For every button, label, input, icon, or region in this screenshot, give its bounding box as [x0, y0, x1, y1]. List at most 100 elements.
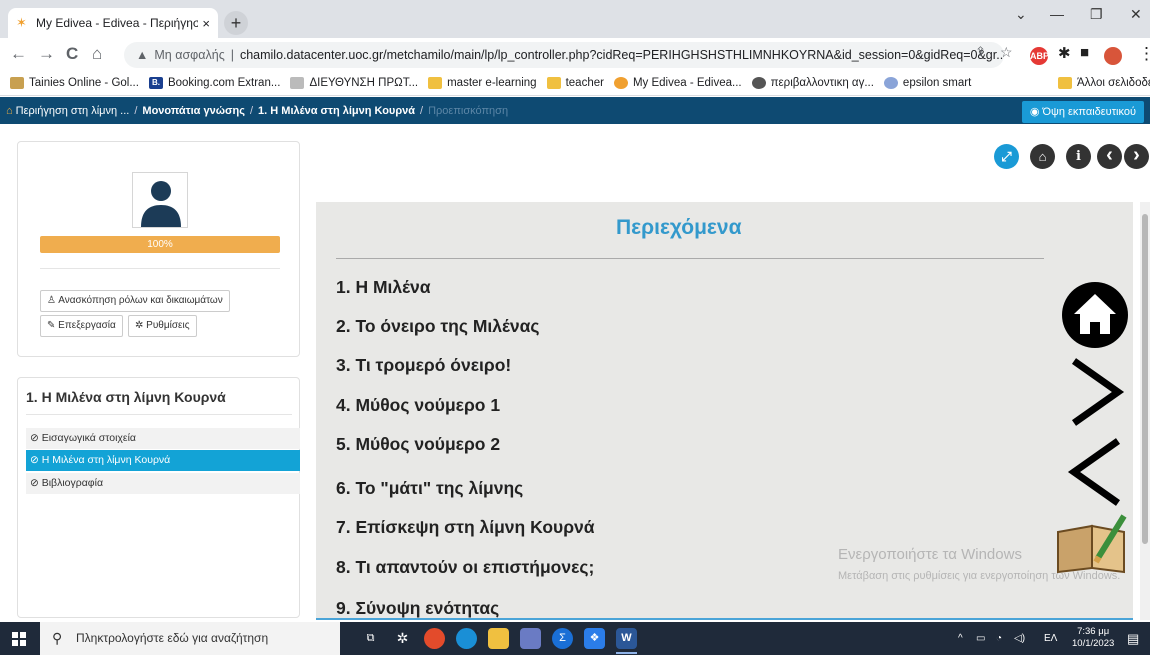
dropbox-icon[interactable]: ❖ [584, 628, 605, 649]
toc-item[interactable]: 2. Το όνειρο της Μιλένας [336, 316, 540, 337]
next-arrow-icon[interactable] [1066, 357, 1126, 427]
close-tab-icon[interactable]: × [202, 16, 210, 31]
bookmarks-bar: Tainies Online - Gol... B. Booking.com E… [0, 70, 1150, 96]
toc-item[interactable]: 6. Το "μάτι" της λίμνης [336, 478, 523, 499]
forward-icon[interactable]: → [38, 44, 55, 64]
breadcrumb-course[interactable]: Περιήγηση στη λίμνη ... [16, 105, 130, 117]
previous-arrow-icon[interactable] [1066, 437, 1126, 507]
language-indicator[interactable]: ΕΛ [1044, 622, 1057, 655]
browser-tab[interactable]: ✶ My Edivea - Edivea - Περιήγηση × [8, 8, 218, 38]
network-icon[interactable]: ▭ [976, 622, 985, 655]
tray-overflow-icon[interactable]: ^ [958, 622, 963, 655]
toc-item[interactable]: 3. Τι τρομερό όνειρο! [336, 355, 511, 376]
sidepanel-icon[interactable]: ■ [1080, 44, 1089, 61]
bookmark-folder[interactable]: teacher [546, 76, 604, 89]
other-bookmarks-folder[interactable]: Άλλοι σελιδοδείκτε [1058, 76, 1150, 89]
toc-item[interactable]: 8. Τι απαντούν οι επιστήμονες; [336, 557, 594, 578]
home-nav-icon[interactable] [1060, 280, 1130, 350]
globe-icon [751, 76, 766, 89]
share-icon[interactable]: ⇪ [975, 44, 986, 60]
bookmark-item[interactable]: Tainies Online - Gol... [10, 76, 139, 89]
home-icon[interactable]: ⌂ [6, 105, 13, 117]
word-icon[interactable]: W [616, 628, 637, 649]
folder-icon [1058, 76, 1072, 89]
edit-button[interactable]: ✎ Επεξεργασία [40, 315, 123, 337]
clock-date: 10/1/2023 [1072, 638, 1115, 649]
sigma-app-icon[interactable]: Σ [552, 628, 573, 649]
info-button[interactable]: i [1066, 144, 1091, 169]
extensions-puzzle-icon[interactable]: ✱ [1058, 44, 1071, 62]
edit-label: Επεξεργασία [58, 320, 116, 331]
toc-item[interactable]: 5. Μύθος νούμερο 2 [336, 434, 500, 455]
lesson-item[interactable]: ⊘ Εισαγωγικά στοιχεία [26, 428, 300, 449]
new-tab-button[interactable]: + [224, 11, 248, 35]
lesson-item[interactable]: ⊘ Βιβλιογραφία [26, 473, 300, 494]
minimize-icon[interactable]: — [1050, 6, 1064, 22]
back-icon[interactable]: ← [10, 44, 27, 64]
maximize-icon[interactable]: ❐ [1090, 6, 1103, 23]
file-explorer-icon[interactable] [488, 628, 509, 649]
bookmark-folder[interactable]: master e-learning [428, 76, 537, 89]
toc-item[interactable]: 4. Μύθος νούμερο 1 [336, 395, 500, 416]
book-pencil-icon[interactable] [1054, 512, 1129, 574]
breadcrumb-lesson[interactable]: 1. Η Μιλένα στη λίμνη Κουρνά [258, 105, 415, 117]
breadcrumb-learning-paths[interactable]: Μονοπάτια γνώσης [142, 105, 245, 117]
edge-icon[interactable] [456, 628, 477, 649]
toc-item[interactable]: 7. Επίσκεψη στη λίμνη Κουρνά [336, 517, 595, 538]
close-window-icon[interactable]: ✕ [1130, 6, 1142, 23]
lesson-item-active[interactable]: ⊘ Η Μιλένα στη λίμνη Κουρνά [26, 450, 300, 471]
opera-icon[interactable] [424, 628, 445, 649]
notifications-icon[interactable]: ▤ [1127, 622, 1139, 655]
bookmark-favicon-icon [290, 76, 305, 89]
teacher-view-button[interactable]: ◉ Όψη εκπαιδευτικού [1021, 101, 1144, 123]
menu-kebab-icon[interactable]: ⋮ [1138, 44, 1150, 64]
folder-icon [428, 76, 443, 89]
next-button[interactable]: › [1124, 144, 1149, 169]
previous-button[interactable]: ‹ [1097, 144, 1122, 169]
home-button[interactable]: ⌂ [1030, 144, 1055, 169]
security-warning-text: Μη ασφαλής [154, 48, 225, 62]
task-view-icon[interactable]: ⧉ [360, 628, 381, 649]
app-icon[interactable] [520, 628, 541, 649]
home-icon[interactable]: ⌂ [92, 44, 102, 64]
clock[interactable]: 7:36 μμ 10/1/2023 [1072, 626, 1114, 650]
bookmark-item[interactable]: B. Booking.com Extran... [148, 76, 280, 89]
search-icon: ⚲ [52, 630, 63, 646]
scrollbar-thumb[interactable] [1142, 214, 1148, 544]
settings-button[interactable]: ✲ Ρυθμίσεις [128, 315, 197, 337]
fullscreen-button[interactable]: ⤢ [994, 144, 1019, 169]
roles-review-button[interactable]: ♙ Ανασκόπηση ρόλων και δικαιωμάτων [40, 290, 230, 312]
folder-icon [546, 76, 561, 89]
windows-activation-text: Μετάβαση στις ρυθμίσεις για ενεργοποίηση… [838, 570, 1121, 582]
bookmark-item[interactable]: ΔΙΕΥΘΥΝΣΗ ΠΡΩΤ... [290, 76, 419, 89]
adblock-icon[interactable]: ABP [1030, 47, 1049, 65]
progress-fill: 100% [40, 236, 280, 253]
learning-path-page: 100% ♙ Ανασκόπηση ρόλων και δικαιωμάτων … [0, 124, 1150, 622]
bookmark-star-icon[interactable]: ☆ [1000, 44, 1013, 61]
bookmark-label: master e-learning [447, 76, 537, 89]
reload-icon[interactable]: C [66, 44, 78, 64]
toc-item[interactable]: 9. Σύνοψη ενότητας [336, 598, 499, 619]
toc-item[interactable]: 1. Η Μιλένα [336, 277, 431, 298]
content-scrollbar[interactable] [1140, 202, 1150, 620]
active-app-indicator [616, 652, 637, 654]
bookmark-item[interactable]: περιβαλλοντικη αγ... [751, 76, 874, 89]
tab-title: My Edivea - Edivea - Περιήγηση [36, 16, 199, 30]
bookmark-label: ΔΙΕΥΘΥΝΣΗ ΠΡΩΤ... [309, 76, 419, 89]
volume-icon[interactable]: ◁) [1014, 622, 1025, 655]
taskbar-search-input[interactable]: ⚲ Πληκτρολογήστε εδώ για αναζήτηση [40, 622, 340, 655]
settings-gear-icon[interactable]: ✲ [392, 628, 413, 649]
tab-search-icon[interactable]: ⌄ [1015, 6, 1027, 23]
url-input[interactable]: ▲ Μη ασφαλής | chamilo.datacenter.uoc.gr… [124, 42, 1004, 68]
epsilon-favicon-icon [883, 76, 898, 89]
windows-start-icon[interactable] [12, 632, 26, 646]
profile-avatar[interactable] [1104, 47, 1122, 65]
bookmark-favicon-icon [10, 76, 24, 89]
bookmark-item[interactable]: epsilon smart [883, 76, 972, 89]
check-circle-icon: ⊘ [30, 432, 42, 444]
bookmark-label: epsilon smart [902, 76, 972, 89]
wifi-icon[interactable]: ◔ [996, 622, 1002, 655]
roles-review-label: Ανασκόπηση ρόλων και δικαιωμάτων [58, 295, 223, 306]
bookmark-item[interactable]: My Edivea - Edivea... [613, 76, 742, 89]
page-title: Περιεχόμενα [616, 216, 742, 239]
